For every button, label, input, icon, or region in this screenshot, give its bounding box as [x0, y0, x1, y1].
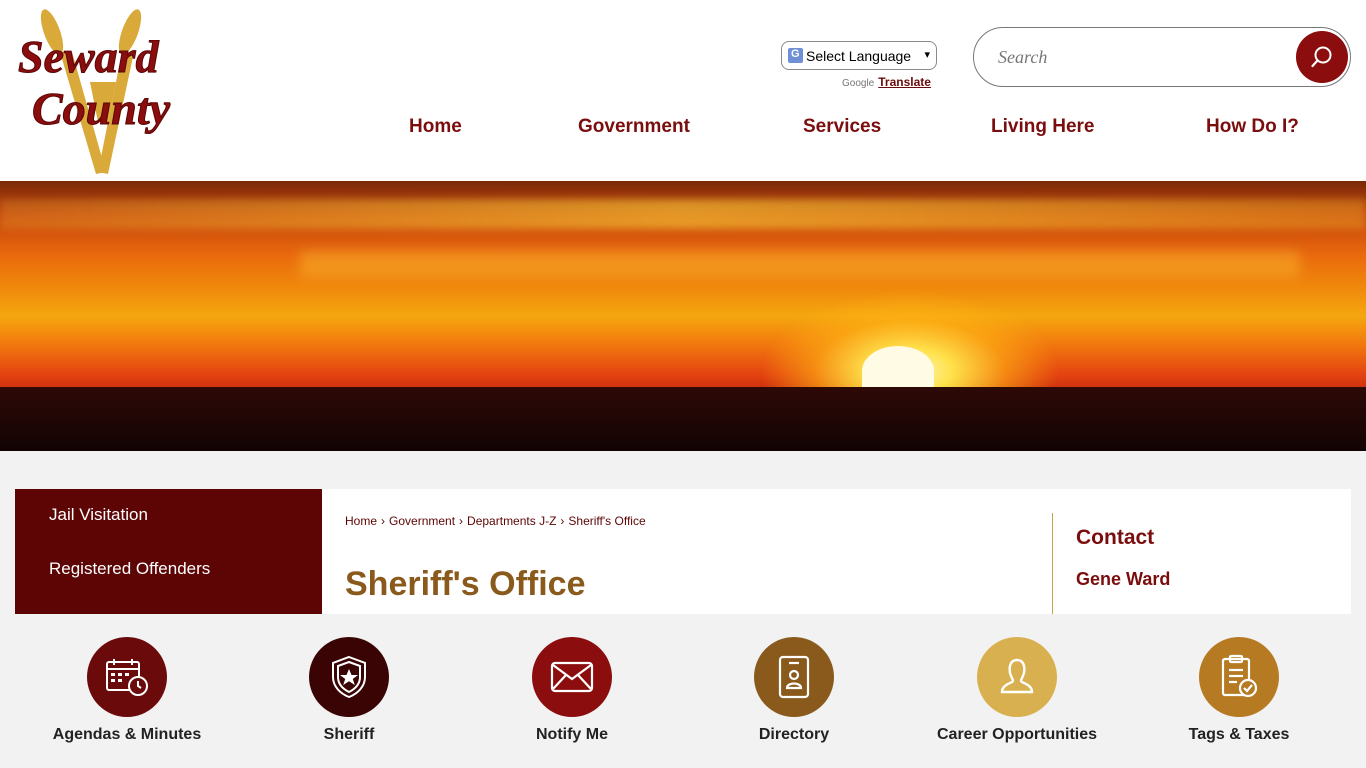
search-input[interactable]	[998, 42, 1298, 72]
envelope-icon	[532, 637, 612, 717]
language-select-label: Select Language	[806, 47, 912, 64]
contact-name: Gene Ward	[1076, 569, 1171, 589]
quick-link-career-opportunities[interactable]: Career Opportunities	[912, 614, 1122, 768]
person-icon	[977, 637, 1057, 717]
divider	[1052, 513, 1053, 614]
search-icon	[1311, 46, 1332, 68]
quick-link-label: Notify Me	[536, 726, 608, 743]
quick-link-notify-me[interactable]: Notify Me	[467, 614, 677, 768]
quick-link-label: Sheriff	[323, 726, 375, 743]
seward-county-logo[interactable]: Seward County	[12, 2, 194, 178]
quick-link-label: Tags & Taxes	[1188, 726, 1290, 743]
breadcrumb: Home › Government › Departments J-Z › Sh…	[345, 514, 646, 528]
breadcrumb-separator: ›	[381, 514, 386, 528]
powered-by-google: Google Translate	[842, 75, 931, 89]
search-box	[973, 27, 1351, 87]
main-nav: Home Government Services Living Here How…	[0, 116, 1366, 142]
sidebar-nav: Jail Visitation Registered Offenders	[15, 489, 322, 614]
hero-sunset-image	[0, 181, 1366, 451]
nav-item-living-here[interactable]: Living Here	[991, 116, 1094, 138]
clipboard-check-icon	[1199, 637, 1279, 717]
breadcrumb-government[interactable]: Government	[389, 514, 455, 528]
main-content: Home › Government › Departments J-Z › Sh…	[322, 489, 1351, 614]
google-translate-icon	[788, 48, 803, 63]
chevron-down-icon: ▾	[924, 49, 930, 61]
quick-link-sheriff[interactable]: Sheriff	[244, 614, 454, 768]
calendar-clock-icon	[87, 637, 167, 717]
quick-link-label: Directory	[758, 726, 830, 743]
breadcrumb-separator: ›	[459, 514, 464, 528]
quick-link-tags-taxes[interactable]: Tags & Taxes	[1134, 614, 1344, 768]
quick-link-directory[interactable]: Directory	[689, 614, 899, 768]
nav-item-services[interactable]: Services	[803, 116, 881, 138]
translate-link[interactable]: Translate	[878, 75, 931, 89]
language-select[interactable]: Select Language ▾	[781, 41, 937, 70]
page-title: Sheriff's Office	[345, 565, 586, 603]
breadcrumb-current: Sheriff's Office	[568, 514, 646, 528]
breadcrumb-separator: ›	[560, 514, 565, 528]
sidebar-item-registered-offenders[interactable]: Registered Offenders	[49, 559, 210, 579]
contact-heading: Contact	[1076, 526, 1155, 549]
breadcrumb-home[interactable]: Home	[345, 514, 377, 528]
svg-text:Seward: Seward	[18, 31, 160, 82]
nav-item-how-do-i[interactable]: How Do I?	[1206, 116, 1299, 138]
directory-icon	[754, 637, 834, 717]
breadcrumb-departments[interactable]: Departments J-Z	[467, 514, 556, 528]
quick-links-bar: Agendas & Minutes Sheriff Notify Me Dire…	[0, 614, 1366, 768]
site-header: Seward County Select Language ▾ Google T…	[0, 0, 1366, 181]
sidebar-item-jail-visitation[interactable]: Jail Visitation	[49, 505, 148, 525]
google-label: Google	[842, 78, 875, 89]
search-button[interactable]	[1296, 31, 1348, 83]
nav-item-government[interactable]: Government	[578, 116, 690, 138]
quick-link-label: Agendas & Minutes	[52, 726, 202, 743]
quick-link-agendas[interactable]: Agendas & Minutes	[22, 614, 232, 768]
nav-item-home[interactable]: Home	[409, 116, 462, 138]
quick-link-label: Career Opportunities	[936, 726, 1098, 743]
sheriff-badge-icon	[309, 637, 389, 717]
